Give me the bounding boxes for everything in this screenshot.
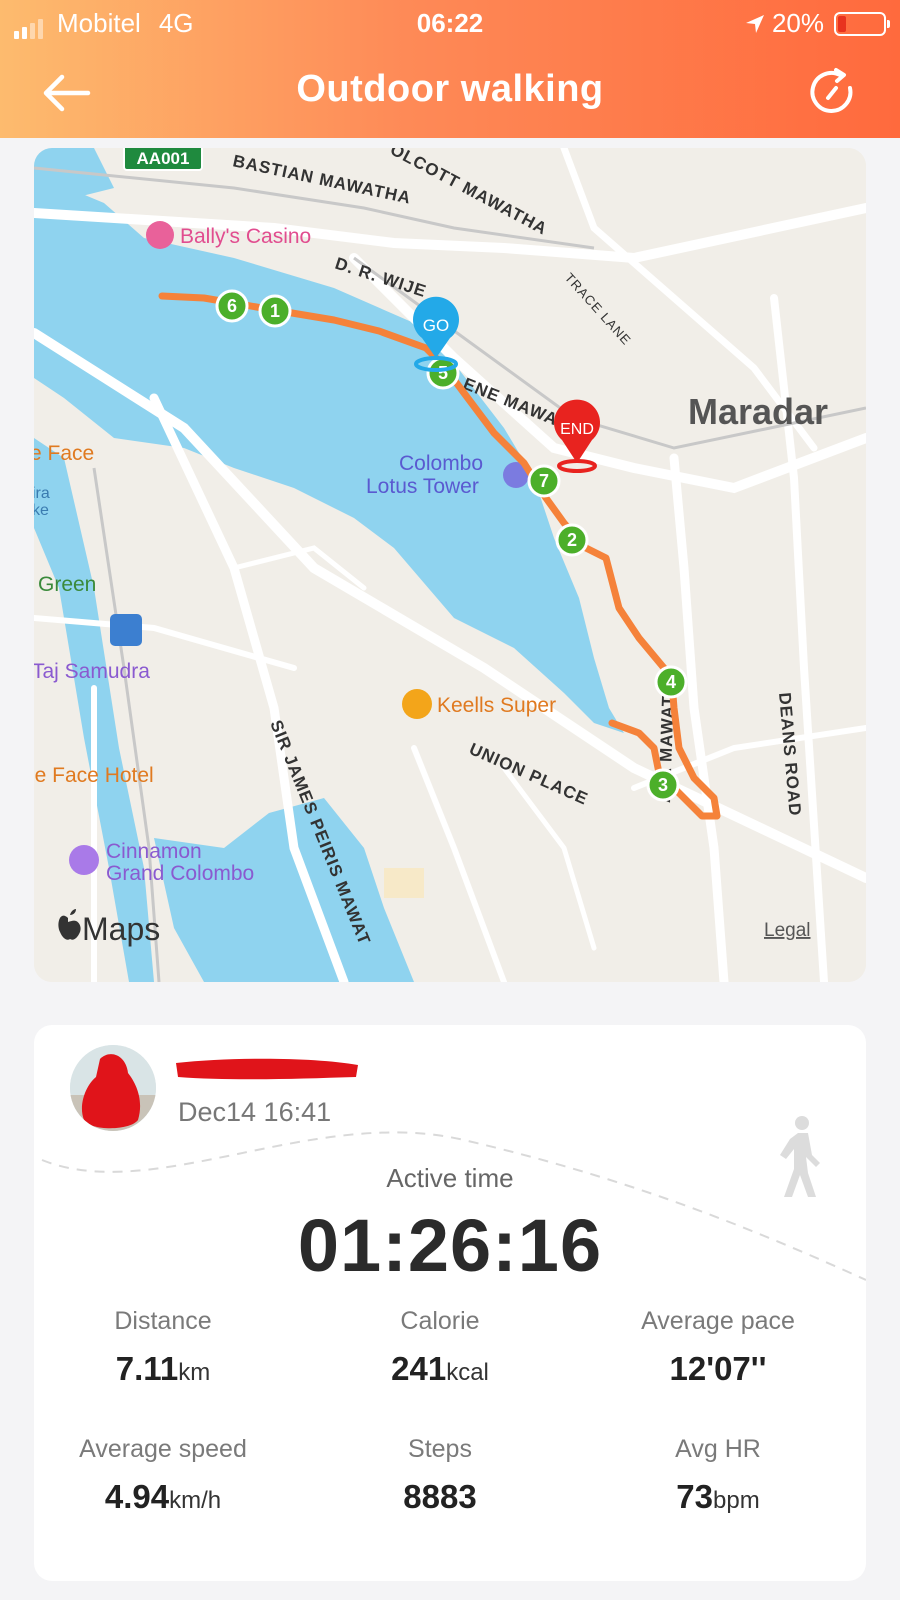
stat-average-speed: Average speed 4.94km/h — [34, 1435, 298, 1516]
svg-text:1: 1 — [270, 301, 280, 321]
park-shape — [384, 868, 424, 898]
km-marker-7: 7 — [527, 464, 561, 498]
nav-bar: Outdoor walking — [0, 46, 900, 138]
end-label: END — [560, 421, 594, 438]
route-map[interactable]: BASTIAN MAWATHA OLCOTT MAWATHA D. R. WIJ… — [34, 148, 866, 982]
stat-value: 4.94 — [104, 1478, 170, 1515]
svg-text:7: 7 — [539, 471, 549, 491]
stat-label: Steps — [408, 1435, 472, 1463]
stat-avg-hr: Avg HR 73bpm — [583, 1435, 853, 1516]
avatar[interactable] — [70, 1045, 156, 1131]
km-marker-3: 3 — [646, 768, 680, 802]
km-marker-1: 1 — [258, 294, 292, 328]
svg-text:6: 6 — [227, 296, 237, 316]
cart-icon — [402, 689, 432, 719]
km-marker-6: 6 — [215, 289, 249, 323]
stat-value: 12'07'' — [669, 1350, 767, 1387]
stat-distance: Distance 7.11km — [34, 1307, 298, 1388]
stat-value: 241 — [391, 1350, 447, 1387]
refresh-button[interactable] — [806, 66, 858, 118]
page-title: Outdoor walking — [296, 68, 604, 110]
svg-text:5: 5 — [438, 363, 448, 383]
place-face: e Face — [34, 442, 94, 465]
activity-summary-card: Dec14 16:41 Active time 01:26:16 Distanc… — [34, 1025, 866, 1581]
place-bally: Bally's Casino — [180, 225, 311, 248]
stat-unit: km/h — [169, 1487, 222, 1514]
place-green: Green — [38, 573, 96, 596]
stat-label: Average pace — [641, 1307, 795, 1335]
location-arrow-icon — [745, 14, 764, 33]
username-redaction — [176, 1058, 358, 1080]
active-time-value: 01:26:16 — [297, 1204, 603, 1287]
stat-unit: kcal — [446, 1359, 489, 1386]
status-bar: Mobitel 4G 06:22 20% — [0, 0, 900, 46]
stat-label: Avg HR — [675, 1435, 761, 1463]
stat-value: 8883 — [403, 1478, 477, 1515]
stat-label: Calorie — [400, 1307, 480, 1335]
place-taj: Taj Samudra — [34, 660, 150, 683]
stat-label: Distance — [114, 1307, 212, 1335]
km-marker-2: 2 — [555, 523, 589, 557]
highway-shield: AA001 — [123, 148, 203, 171]
place-keells: Keells Super — [437, 694, 556, 717]
stat-unit: bpm — [713, 1487, 760, 1514]
active-time-label: Active time — [386, 1163, 514, 1193]
train-icon — [110, 614, 142, 646]
svg-text:Maps: Maps — [82, 911, 160, 947]
app-header: Mobitel 4G 06:22 20% Outdoor walking — [0, 0, 900, 138]
svg-text:AA001: AA001 — [137, 149, 190, 168]
km-marker-4: 4 — [654, 665, 688, 699]
place-ke: ke — [34, 502, 49, 519]
place-lotus-1: Colombo — [399, 452, 483, 475]
stat-value: 73 — [676, 1478, 714, 1515]
svg-text:2: 2 — [567, 530, 577, 550]
casino-icon — [146, 221, 174, 249]
stat-value: 7.11 — [115, 1350, 179, 1387]
start-pin[interactable]: GO — [412, 296, 459, 372]
place-lotus-2: Lotus Tower — [366, 475, 479, 498]
place-maradana: Maradar — [688, 391, 828, 432]
battery-icon — [834, 11, 890, 36]
place-face-hotel: le Face Hotel — [34, 764, 154, 787]
go-label: GO — [423, 316, 449, 335]
activity-datetime: Dec14 16:41 — [178, 1097, 332, 1127]
battery-percent: 20% — [771, 8, 824, 38]
refresh-icon — [810, 68, 853, 113]
legal-link[interactable]: Legal — [764, 920, 811, 941]
svg-text:3: 3 — [658, 775, 668, 795]
hotel-icon — [69, 845, 99, 875]
stat-steps: Steps 8883 — [305, 1435, 575, 1516]
stat-average-pace: Average pace 12'07'' — [583, 1307, 853, 1388]
svg-text:4: 4 — [666, 672, 676, 692]
place-cinnamon-1: Cinnamon — [106, 840, 202, 863]
avatar-redaction — [70, 1045, 156, 1131]
place-cinnamon-2: Grand Colombo — [106, 862, 254, 885]
stat-unit: km — [178, 1359, 211, 1386]
stat-calorie: Calorie 241kcal — [305, 1307, 575, 1388]
place-ira: ira — [34, 485, 50, 502]
stat-label: Average speed — [79, 1435, 247, 1463]
